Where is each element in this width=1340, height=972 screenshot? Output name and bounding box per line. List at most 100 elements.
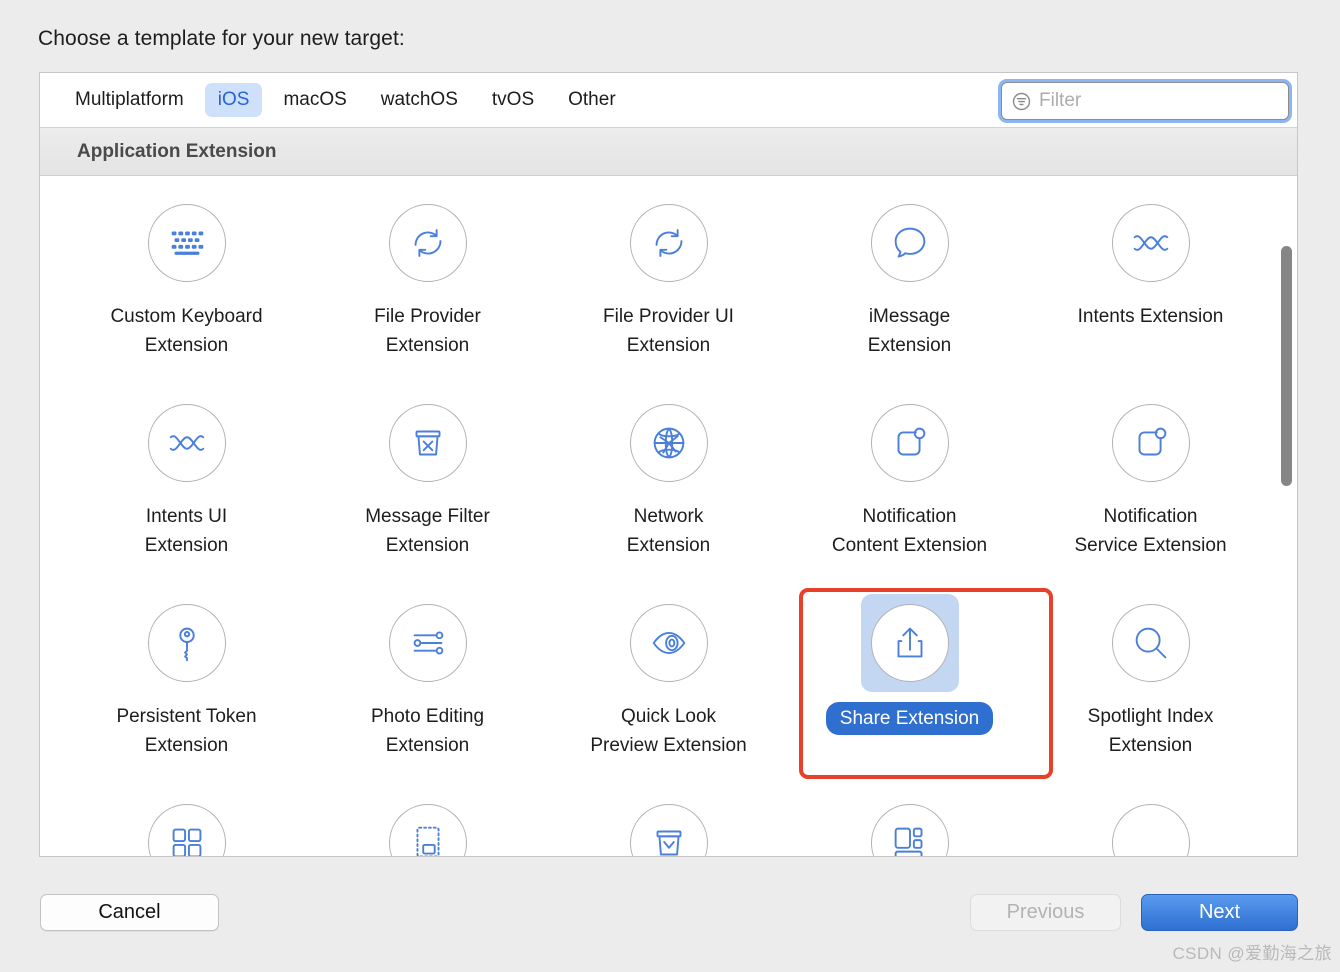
template-tile-persistent-token-extension[interactable]: Persistent Token Extension bbox=[66, 590, 307, 790]
template-icon-box bbox=[379, 394, 477, 492]
template-label: Custom Keyboard Extension bbox=[110, 306, 263, 356]
template-icon-box bbox=[620, 794, 718, 856]
platform-tabbar: Multiplatform iOS macOS watchOS tvOS Other bbox=[40, 73, 1297, 128]
template-tile-imessage-extension[interactable]: iMessage Extension bbox=[789, 190, 1030, 390]
template-tile-message-filter-extension[interactable]: Message Filter Extension bbox=[307, 390, 548, 590]
template-icon-box bbox=[1102, 194, 1200, 292]
template-icon-circle bbox=[629, 604, 708, 682]
template-icon-box bbox=[1102, 594, 1200, 692]
template-icon-box bbox=[861, 394, 959, 492]
dotted-frame-icon bbox=[416, 826, 439, 856]
template-icon-circle bbox=[1111, 604, 1190, 682]
template-label: Intents UI Extension bbox=[144, 506, 229, 556]
template-tile-notification-service-extension[interactable]: Notification Service Extension bbox=[1030, 390, 1271, 590]
template-icon-box bbox=[379, 794, 477, 856]
template-icon-circle bbox=[629, 404, 708, 482]
template-icon-box bbox=[1102, 794, 1200, 856]
template-label: Spotlight Index Extension bbox=[1087, 706, 1214, 756]
template-tile-dotted-frame-icon[interactable] bbox=[307, 790, 548, 856]
template-icon-circle bbox=[1111, 204, 1190, 282]
sync-arrows-icon bbox=[655, 229, 682, 257]
trash-down-icon bbox=[656, 830, 681, 856]
filter-field-wrapper bbox=[1001, 82, 1289, 120]
template-icon-box bbox=[138, 794, 236, 856]
key-icon bbox=[178, 627, 195, 662]
template-icon-circle bbox=[388, 404, 467, 482]
siri-waves-icon bbox=[169, 435, 204, 451]
template-tile-four-squares-icon[interactable] bbox=[66, 790, 307, 856]
scrollbar-thumb[interactable] bbox=[1281, 246, 1292, 486]
template-tile-share-extension[interactable]: Share Extension bbox=[789, 590, 1030, 790]
platform-tab-ios[interactable]: iOS bbox=[204, 83, 263, 117]
template-label: iMessage Extension bbox=[867, 306, 952, 356]
template-label: Share Extension bbox=[825, 702, 994, 735]
filter-input[interactable] bbox=[1039, 90, 1269, 112]
previous-button[interactable]: Previous bbox=[970, 894, 1121, 931]
template-tile-network-extension[interactable]: Network Extension bbox=[548, 390, 789, 590]
template-tile-notification-content-extension[interactable]: Notification Content Extension bbox=[789, 390, 1030, 590]
template-icon-box bbox=[138, 594, 236, 692]
template-icon-box bbox=[861, 194, 959, 292]
template-icon-circle bbox=[870, 604, 949, 682]
template-icon-box bbox=[1102, 394, 1200, 492]
template-icon-circle bbox=[870, 804, 949, 856]
sliders-icon bbox=[413, 631, 443, 655]
template-grid-scroll-area[interactable]: Custom Keyboard Extension File Provider E… bbox=[40, 176, 1297, 856]
template-label: File Provider UI Extension bbox=[603, 306, 734, 356]
template-icon-circle bbox=[1111, 804, 1190, 856]
platform-tab-multiplatform[interactable]: Multiplatform bbox=[62, 83, 197, 117]
template-chooser-panel: MultiplatformiOSmacOS watchOStvOSOther Ap… bbox=[39, 72, 1298, 857]
template-label: Notification Content Extension bbox=[831, 506, 988, 556]
template-icon-circle bbox=[870, 404, 949, 482]
notification-badge-icon bbox=[1138, 427, 1166, 456]
platform-tab-tvos[interactable]: tvOS bbox=[479, 83, 547, 117]
template-icon-circle bbox=[147, 204, 226, 282]
template-label: Photo Editing Extension bbox=[370, 706, 485, 756]
globe-network-icon bbox=[653, 427, 684, 459]
template-icon-box bbox=[379, 194, 477, 292]
next-button[interactable]: Next bbox=[1141, 894, 1298, 931]
template-tile-custom-keyboard-extension[interactable]: Custom Keyboard Extension bbox=[66, 190, 307, 390]
cancel-button[interactable]: Cancel bbox=[40, 894, 219, 931]
watermark: CSDN @爱勤海之旅 bbox=[1172, 944, 1332, 963]
sync-arrows-icon bbox=[414, 229, 441, 257]
template-icon-circle bbox=[388, 804, 467, 856]
section-header: Application Extension bbox=[40, 128, 1297, 176]
template-tile-spotlight-index-extension[interactable]: Spotlight Index Extension bbox=[1030, 590, 1271, 790]
template-label: File Provider Extension bbox=[374, 306, 481, 356]
template-icon-box bbox=[138, 394, 236, 492]
page-title: Choose a template for your new target: bbox=[38, 27, 405, 50]
template-tile-widget-grid-icon[interactable] bbox=[789, 790, 1030, 856]
filter-field[interactable] bbox=[1001, 82, 1289, 120]
eye-icon bbox=[652, 631, 685, 655]
template-tile-intents-extension[interactable]: Intents Extension bbox=[1030, 190, 1271, 390]
template-icon-circle bbox=[147, 804, 226, 856]
speech-bubble-icon bbox=[894, 227, 925, 258]
template-tile-file-provider-extension[interactable]: File Provider Extension bbox=[307, 190, 548, 390]
template-icon-circle bbox=[870, 204, 949, 282]
template-icon-box bbox=[620, 594, 718, 692]
template-tile-quick-look-preview-extension[interactable]: Quick Look Preview Extension bbox=[548, 590, 789, 790]
template-label: Network Extension bbox=[626, 506, 711, 556]
template-tile-item[interactable] bbox=[1030, 790, 1271, 856]
platform-tab-macos[interactable]: macOS bbox=[270, 83, 359, 117]
filter-icon bbox=[1012, 92, 1031, 110]
template-tile-photo-editing-extension[interactable]: Photo Editing Extension bbox=[307, 590, 548, 790]
platform-tab-watchos[interactable]: watchOS bbox=[368, 83, 471, 117]
template-tile-intents-ui-extension[interactable]: Intents UI Extension bbox=[66, 390, 307, 590]
platform-tab-other[interactable]: Other bbox=[555, 83, 629, 117]
trash-x-icon bbox=[415, 430, 440, 456]
template-label: Message Filter Extension bbox=[365, 506, 490, 556]
magnifier-icon bbox=[1135, 627, 1166, 659]
template-icon-circle bbox=[388, 204, 467, 282]
template-label: Intents Extension bbox=[1077, 306, 1224, 327]
four-squares-icon bbox=[172, 828, 201, 856]
keyboard-icon bbox=[171, 231, 203, 255]
template-grid-scrollbar[interactable] bbox=[1281, 176, 1292, 856]
template-icon-box bbox=[860, 594, 959, 692]
widget-grid-icon bbox=[894, 827, 922, 856]
template-icon-box bbox=[620, 194, 718, 292]
template-icon-circle bbox=[629, 204, 708, 282]
template-tile-file-provider-ui-extension[interactable]: File Provider UI Extension bbox=[548, 190, 789, 390]
template-tile-trash-down-icon[interactable] bbox=[548, 790, 789, 856]
